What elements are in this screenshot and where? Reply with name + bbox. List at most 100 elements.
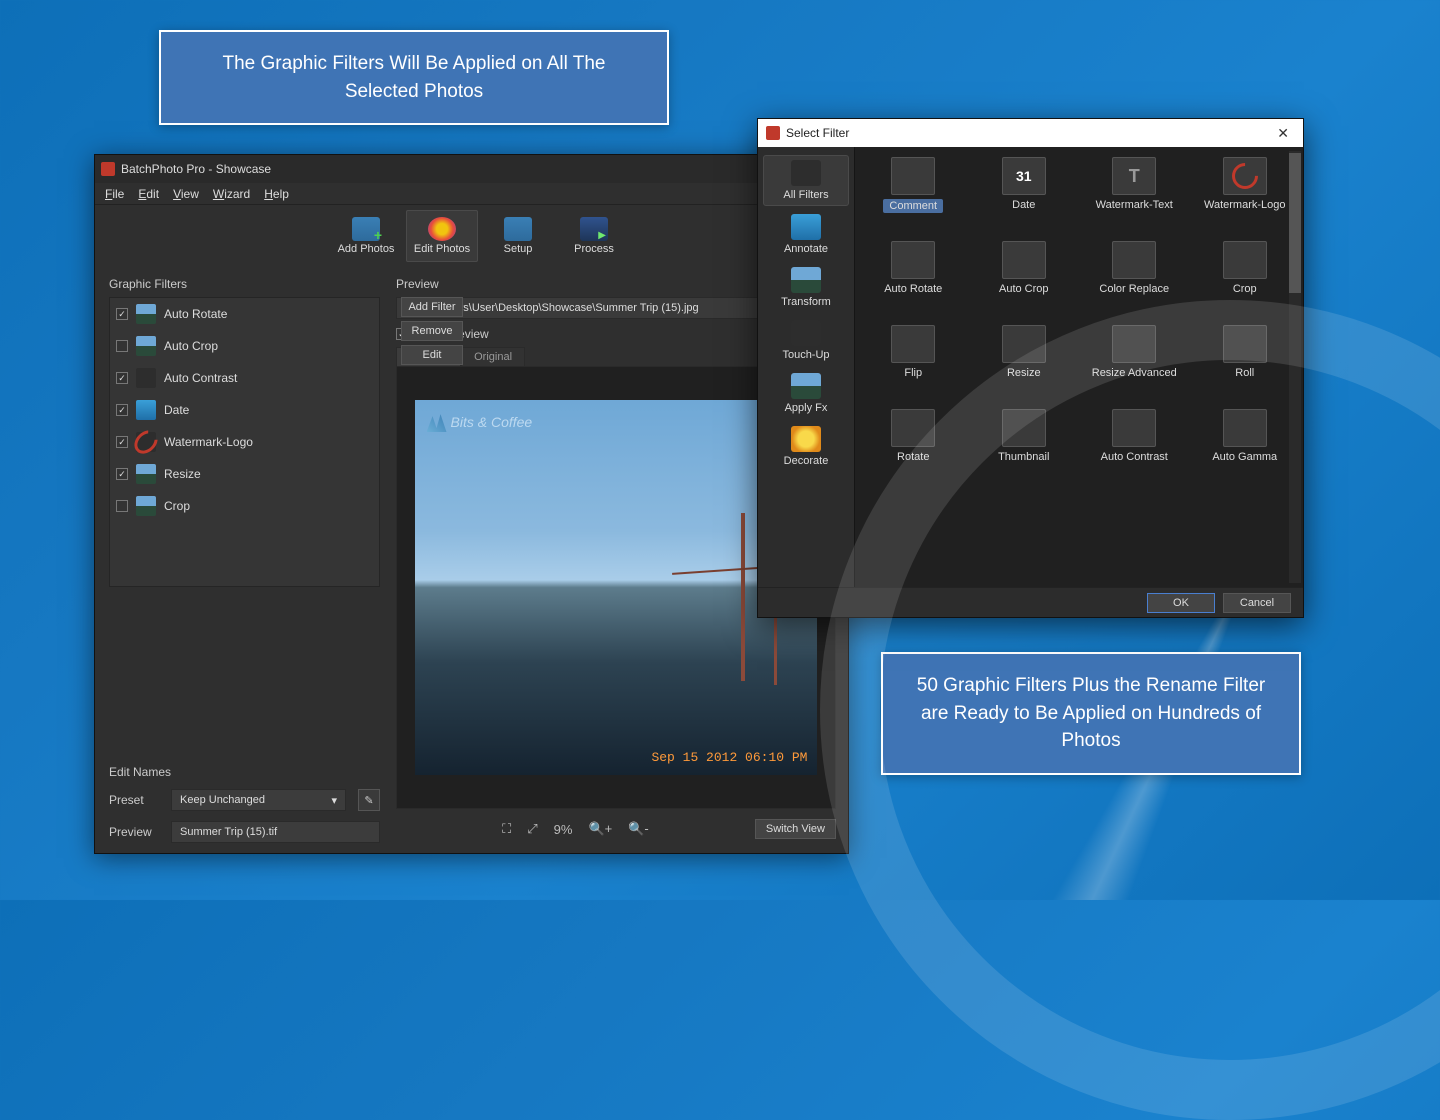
grid-item[interactable]: TWatermark-Text	[1082, 157, 1187, 235]
color-wheel-icon	[428, 217, 456, 241]
tab-original[interactable]: Original	[461, 347, 525, 366]
filter-checkbox[interactable]: ✓	[116, 468, 128, 480]
grid-label: Rotate	[897, 451, 929, 463]
filter-row[interactable]: ✓Watermark-Logo	[110, 426, 379, 458]
grid-icon	[1002, 409, 1046, 447]
category-item[interactable]: Decorate	[763, 422, 849, 471]
grid-icon	[1223, 241, 1267, 279]
scrollbar[interactable]	[1289, 151, 1301, 583]
category-item[interactable]: Touch-Up	[763, 316, 849, 365]
preview-name-field[interactable]: Summer Trip (15).tif	[171, 821, 380, 843]
filter-checkbox[interactable]: ✓	[116, 308, 128, 320]
category-icon	[791, 267, 821, 293]
zoom-in-icon[interactable]: 🔍+	[588, 821, 612, 837]
left-pane: Graphic Filters ✓Auto RotateAuto Crop✓Au…	[95, 263, 390, 853]
grid-item[interactable]: Auto Contrast	[1082, 409, 1187, 487]
ok-button[interactable]: OK	[1147, 593, 1215, 613]
grid-item[interactable]: Roll	[1193, 325, 1298, 403]
grid-icon	[1223, 409, 1267, 447]
grid-item[interactable]: Thumbnail	[972, 409, 1077, 487]
category-icon	[791, 160, 821, 186]
grid-item[interactable]: Flip	[861, 325, 966, 403]
filter-checkbox[interactable]: ✓	[116, 372, 128, 384]
menu-file[interactable]: File	[105, 187, 124, 201]
category-item[interactable]: All Filters	[763, 155, 849, 206]
filter-row[interactable]: ✓Auto Contrast	[110, 362, 379, 394]
category-label: Transform	[781, 296, 831, 308]
filter-icon	[136, 368, 156, 388]
grid-icon	[1112, 409, 1156, 447]
grid-item[interactable]: Auto Crop	[972, 241, 1077, 319]
callout-top: The Graphic Filters Will Be Applied on A…	[159, 30, 669, 125]
menu-wizard[interactable]: Wizard	[213, 187, 250, 201]
category-icon	[791, 373, 821, 399]
preset-select[interactable]: Keep Unchanged▾	[171, 789, 346, 811]
fit-screen-icon[interactable]: ⤢	[527, 821, 537, 837]
add-filter-button[interactable]: Add Filter	[401, 297, 463, 317]
grid-item[interactable]: Color Replace	[1082, 241, 1187, 319]
grid-icon	[1112, 325, 1156, 363]
edit-filter-button[interactable]: Edit	[401, 345, 463, 365]
grid-item[interactable]: Watermark-Logo	[1193, 157, 1298, 235]
grid-item[interactable]: Crop	[1193, 241, 1298, 319]
scrollbar-thumb[interactable]	[1289, 153, 1301, 293]
app-titlebar[interactable]: BatchPhoto Pro - Showcase	[95, 155, 848, 183]
grid-item[interactable]: Resize	[972, 325, 1077, 403]
edit-photos-button[interactable]: Edit Photos	[406, 210, 478, 262]
grid-item[interactable]: Rotate	[861, 409, 966, 487]
grid-icon	[891, 157, 935, 195]
grid-item[interactable]: Auto Rotate	[861, 241, 966, 319]
menu-view[interactable]: View	[173, 187, 199, 201]
close-icon[interactable]: ✕	[1271, 125, 1295, 142]
category-item[interactable]: Annotate	[763, 210, 849, 259]
filter-row[interactable]: Crop	[110, 490, 379, 522]
category-item[interactable]: Apply Fx	[763, 369, 849, 418]
grid-icon	[1223, 157, 1267, 195]
process-label: Process	[574, 243, 614, 255]
add-photos-button[interactable]: Add Photos	[330, 210, 402, 262]
grid-item[interactable]: 31Date	[972, 157, 1077, 235]
filter-checkbox[interactable]: ✓	[116, 436, 128, 448]
dialog-titlebar[interactable]: Select Filter ✕	[758, 119, 1303, 147]
app-title: BatchPhoto Pro - Showcase	[121, 162, 271, 176]
grid-label: Auto Contrast	[1101, 451, 1168, 463]
filter-label: Date	[164, 403, 189, 417]
menu-help[interactable]: Help	[264, 187, 289, 201]
grid-label: Watermark-Logo	[1204, 199, 1286, 211]
switch-view-button[interactable]: Switch View	[755, 819, 836, 839]
grid-label: Crop	[1233, 283, 1257, 295]
grid-icon	[1002, 241, 1046, 279]
fit-width-icon[interactable]: ⛶	[502, 821, 511, 837]
filter-side-buttons: Add Filter Remove Edit	[401, 297, 463, 365]
filter-checkbox[interactable]	[116, 340, 128, 352]
edit-preset-button[interactable]: ✎	[358, 789, 380, 811]
filter-row[interactable]: ✓Auto Rotate	[110, 298, 379, 330]
category-item[interactable]: Transform	[763, 263, 849, 312]
grid-icon	[1223, 325, 1267, 363]
filter-icon	[136, 304, 156, 324]
setup-button[interactable]: Setup	[482, 210, 554, 262]
filter-checkbox[interactable]	[116, 500, 128, 512]
filter-row[interactable]: ✓Resize	[110, 458, 379, 490]
filter-row[interactable]: Auto Crop	[110, 330, 379, 362]
grid-item[interactable]: Resize Advanced	[1082, 325, 1187, 403]
process-button[interactable]: Process	[558, 210, 630, 262]
category-label: Apply Fx	[785, 402, 828, 414]
dialog-icon	[766, 126, 780, 140]
grid-icon	[1112, 241, 1156, 279]
grid-label: Date	[1012, 199, 1035, 211]
edit-names-section: Edit Names Preset Keep Unchanged▾ ✎ Prev…	[109, 761, 380, 843]
date-stamp: Sep 15 2012 06:10 PM	[651, 750, 807, 765]
grid-label: Resize Advanced	[1092, 367, 1177, 379]
grid-item[interactable]: Comment	[861, 157, 966, 235]
cancel-button[interactable]: Cancel	[1223, 593, 1291, 613]
toolbar: Add Photos Edit Photos Setup Process	[95, 205, 848, 263]
preset-value: Keep Unchanged	[180, 794, 265, 806]
grid-item[interactable]: Auto Gamma	[1193, 409, 1298, 487]
filter-row[interactable]: ✓ Date	[110, 394, 379, 426]
filter-icon	[136, 464, 156, 484]
remove-filter-button[interactable]: Remove	[401, 321, 463, 341]
menu-edit[interactable]: Edit	[138, 187, 159, 201]
filter-checkbox[interactable]: ✓	[116, 404, 128, 416]
zoom-out-icon[interactable]: 🔍-	[628, 821, 649, 837]
